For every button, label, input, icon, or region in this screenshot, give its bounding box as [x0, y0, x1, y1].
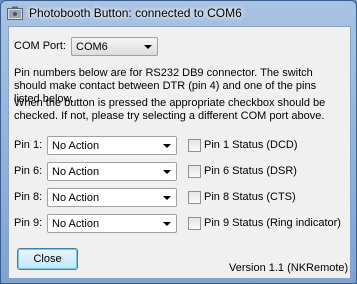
pin-1-label: Pin 1: [14, 139, 43, 151]
chevron-down-icon [163, 222, 171, 226]
com-port-label: COM Port: [14, 40, 66, 52]
pin-6-action-value: No Action [52, 166, 100, 178]
pin-6-label: Pin 6: [14, 165, 43, 177]
checkbox-info-text: When the button is pressed the appropria… [14, 97, 326, 122]
com-port-select[interactable]: COM6 [71, 37, 158, 56]
pin-8-action-value: No Action [52, 192, 100, 204]
version-text: Version 1.1 (NKRemote) [229, 262, 349, 274]
pin-8-status-label: Pin 8 Status (CTS) [204, 191, 296, 203]
close-button[interactable]: Close [17, 248, 78, 270]
chevron-down-icon [163, 196, 171, 200]
pin-9-action-select[interactable]: No Action [47, 214, 177, 233]
chevron-down-icon [144, 45, 152, 49]
chevron-down-icon [163, 170, 171, 174]
app-window: Photobooth Button: connected to COM6 COM… [0, 0, 357, 284]
dialog-client-area: COM Port: COM6 Pin numbers below are for… [8, 26, 351, 279]
pin-1-status-label: Pin 1 Status (DCD) [204, 139, 298, 151]
pin-8-action-select[interactable]: No Action [47, 188, 177, 207]
pin-1-action-select[interactable]: No Action [47, 136, 177, 155]
pin-6-action-select[interactable]: No Action [47, 162, 177, 181]
chevron-down-icon [163, 144, 171, 148]
pin-9-status-label: Pin 9 Status (Ring indicator) [204, 217, 341, 229]
pin-9-status-checkbox[interactable] [188, 217, 201, 230]
pin-1-action-value: No Action [52, 140, 100, 152]
pin-1-status-checkbox[interactable] [188, 139, 201, 152]
pin-9-label: Pin 9: [14, 217, 43, 229]
window-title: Photobooth Button: connected to COM6 [29, 6, 242, 20]
pin-6-status-label: Pin 6 Status (DSR) [204, 165, 297, 177]
pin-8-status-checkbox[interactable] [188, 191, 201, 204]
title-bar[interactable]: Photobooth Button: connected to COM6 [1, 1, 356, 26]
pin-8-label: Pin 8: [14, 191, 43, 203]
app-icon [7, 6, 23, 20]
com-port-value: COM6 [76, 41, 108, 53]
pin-6-status-checkbox[interactable] [188, 165, 201, 178]
pin-9-action-value: No Action [52, 218, 100, 230]
